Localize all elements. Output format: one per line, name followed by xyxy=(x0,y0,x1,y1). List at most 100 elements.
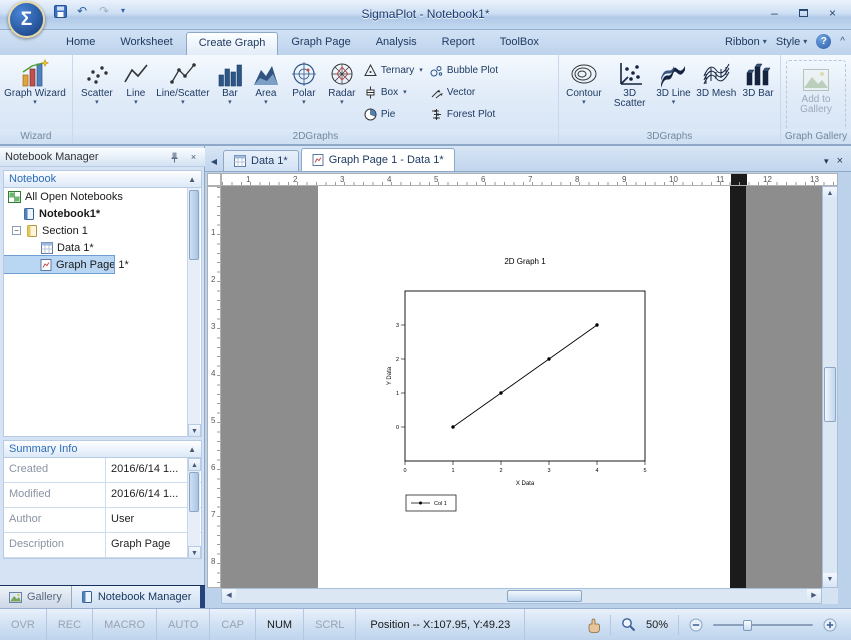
scroll-down-button[interactable]: ▼ xyxy=(823,573,837,587)
close-button[interactable]: × xyxy=(819,4,846,21)
status-toggle-rec[interactable]: REC xyxy=(47,609,93,640)
maximize-button[interactable] xyxy=(790,4,817,21)
summary-row-description[interactable]: Description Graph Page xyxy=(4,533,201,558)
graph-wizard-icon xyxy=(19,58,51,89)
radar-chart-icon xyxy=(326,58,358,89)
pan-hand-icon[interactable] xyxy=(585,617,600,633)
tab-graph-page[interactable]: Graph Page xyxy=(279,32,362,55)
tree-item-data1[interactable]: Data 1* xyxy=(4,239,201,256)
contour-button[interactable]: Contour ▾ xyxy=(561,56,607,129)
tab-gallery[interactable]: Gallery xyxy=(0,586,72,608)
add-to-gallery-button[interactable]: Add to Gallery xyxy=(788,62,844,135)
tree-item-section1[interactable]: − Section 1 xyxy=(4,222,201,239)
scroll-up-icon[interactable]: ▲ xyxy=(188,175,196,184)
graph-page-sheet[interactable]: 2D Graph 10123450123X DataY DataCol 1 xyxy=(318,186,730,588)
ternary-button[interactable]: Ternary▾ xyxy=(361,61,427,79)
doc-tab-graph-page1[interactable]: Graph Page 1 - Data 1* xyxy=(301,148,455,171)
vector-icon xyxy=(430,86,443,99)
scatter-button[interactable]: Scatter ▾ xyxy=(75,56,119,129)
scroll-up-button[interactable]: ▲ xyxy=(188,458,201,471)
summary-row-created[interactable]: Created 2016/6/14 1... xyxy=(4,458,201,483)
summary-row-author[interactable]: Author User xyxy=(4,508,201,533)
mesh-3d-icon xyxy=(700,58,732,89)
tab-notebook-manager[interactable]: Notebook Manager xyxy=(72,586,201,608)
pie-button[interactable]: Pie xyxy=(361,105,427,123)
radar-button[interactable]: Radar ▾ xyxy=(323,56,361,129)
scroll-down-button[interactable]: ▼ xyxy=(188,546,201,559)
bar-3d-button[interactable]: 3D Bar xyxy=(738,56,778,129)
vector-button[interactable]: Vector xyxy=(427,83,509,101)
ribbon-menu-label: Ribbon xyxy=(725,36,760,48)
tree-item-graph-page1[interactable]: Graph Page 1* xyxy=(4,256,114,273)
line-scatter-button[interactable]: Line/Scatter ▾ xyxy=(153,56,213,129)
status-toggle-scrl[interactable]: SCRL xyxy=(304,609,356,640)
scroll-right-button[interactable]: ▶ xyxy=(807,589,821,603)
line-button[interactable]: Line ▾ xyxy=(119,56,153,129)
scatter-3d-button[interactable]: 3D Scatter xyxy=(607,56,653,129)
zoom-out-button[interactable] xyxy=(689,618,703,632)
minimize-ribbon-button[interactable]: ^ xyxy=(840,36,845,47)
status-toggle-macro[interactable]: MACRO xyxy=(93,609,157,640)
summary-row-modified[interactable]: Modified 2016/6/14 1... xyxy=(4,483,201,508)
svg-text:Col 1: Col 1 xyxy=(434,501,447,507)
zoom-slider[interactable] xyxy=(713,618,813,632)
button-label: Ternary xyxy=(381,65,414,76)
pin-icon[interactable] xyxy=(170,152,183,163)
scroll-up-button[interactable]: ▲ xyxy=(823,187,837,201)
close-document-button[interactable]: × xyxy=(837,155,843,167)
minimize-button[interactable]: – xyxy=(761,4,788,21)
summary-scrollbar[interactable]: ▲ ▼ xyxy=(187,458,200,559)
summary-info-header[interactable]: Summary Info ▲ xyxy=(3,440,202,458)
ribbon-group-graph-gallery: Add to Gallery Graph Gallery xyxy=(781,55,851,144)
scrollbar-thumb[interactable] xyxy=(189,190,199,260)
page-canvas[interactable]: 2D Graph 10123450123X DataY DataCol 1 xyxy=(221,186,822,588)
tab-scroll-left-button[interactable]: ◀ xyxy=(205,151,223,171)
scrollbar-thumb[interactable] xyxy=(189,472,199,512)
button-label: 3D Mesh xyxy=(696,88,736,99)
zoom-level-readout[interactable]: 50% xyxy=(646,619,668,631)
app-menu-button[interactable]: Σ xyxy=(8,1,45,38)
tree-item-all-open-notebooks[interactable]: All Open Notebooks xyxy=(4,188,201,205)
vertical-scrollbar[interactable]: ▲ ▼ xyxy=(822,186,838,588)
summary-field: Modified xyxy=(4,483,106,507)
scroll-up-icon[interactable]: ▲ xyxy=(188,445,196,454)
zoom-in-button[interactable] xyxy=(823,618,837,632)
scroll-down-button[interactable]: ▼ xyxy=(188,424,201,437)
tab-worksheet[interactable]: Worksheet xyxy=(108,32,184,55)
tab-home[interactable]: Home xyxy=(54,32,107,55)
horizontal-scrollbar[interactable]: ◀ ▶ xyxy=(221,588,822,604)
scroll-left-button[interactable]: ◀ xyxy=(222,589,236,603)
status-toggle-auto[interactable]: AUTO xyxy=(157,609,210,640)
ribbon-menu-button[interactable]: Ribbon▾ xyxy=(725,36,767,48)
scrollbar-thumb[interactable] xyxy=(824,367,836,422)
status-toggle-ovr[interactable]: OVR xyxy=(0,609,47,640)
tab-toolbox[interactable]: ToolBox xyxy=(488,32,551,55)
forest-plot-button[interactable]: Forest Plot xyxy=(427,105,509,123)
style-menu-button[interactable]: Style▾ xyxy=(776,36,807,48)
tab-analysis[interactable]: Analysis xyxy=(364,32,429,55)
tree-item-notebook1[interactable]: Notebook1* xyxy=(4,205,201,222)
close-panel-icon[interactable]: × xyxy=(187,152,200,162)
tab-create-graph[interactable]: Create Graph xyxy=(186,32,279,55)
status-toggle-cap[interactable]: CAP xyxy=(210,609,256,640)
ribbon-right-controls: Ribbon▾ Style▾ ? ^ xyxy=(725,34,845,49)
doc-tab-data1[interactable]: Data 1* xyxy=(223,150,299,171)
area-button[interactable]: Area ▾ xyxy=(247,56,285,129)
box-button[interactable]: Box▾ xyxy=(361,83,427,101)
status-toggle-num[interactable]: NUM xyxy=(256,609,304,640)
polar-button[interactable]: Polar ▾ xyxy=(285,56,323,129)
tab-list-caret-icon[interactable]: ▾ xyxy=(824,156,829,167)
collapse-expander-icon[interactable]: − xyxy=(12,226,21,235)
graph-wizard-button[interactable]: Graph Wizard ▾ xyxy=(2,56,68,129)
scrollbar-thumb[interactable] xyxy=(507,590,582,602)
tree-scrollbar[interactable]: ▼ xyxy=(187,188,200,437)
line-3d-button[interactable]: 3D Line ▾ xyxy=(653,56,695,129)
zoom-magnifier-icon[interactable] xyxy=(621,617,636,632)
mesh-3d-button[interactable]: 3D Mesh xyxy=(694,56,738,129)
notebook-section-header[interactable]: Notebook ▲ xyxy=(3,170,202,188)
bubble-plot-button[interactable]: Bubble Plot xyxy=(427,61,509,79)
help-button[interactable]: ? xyxy=(816,34,831,49)
bar-button[interactable]: Bar ▾ xyxy=(213,56,247,129)
tab-report[interactable]: Report xyxy=(430,32,487,55)
zoom-slider-thumb[interactable] xyxy=(743,620,752,631)
